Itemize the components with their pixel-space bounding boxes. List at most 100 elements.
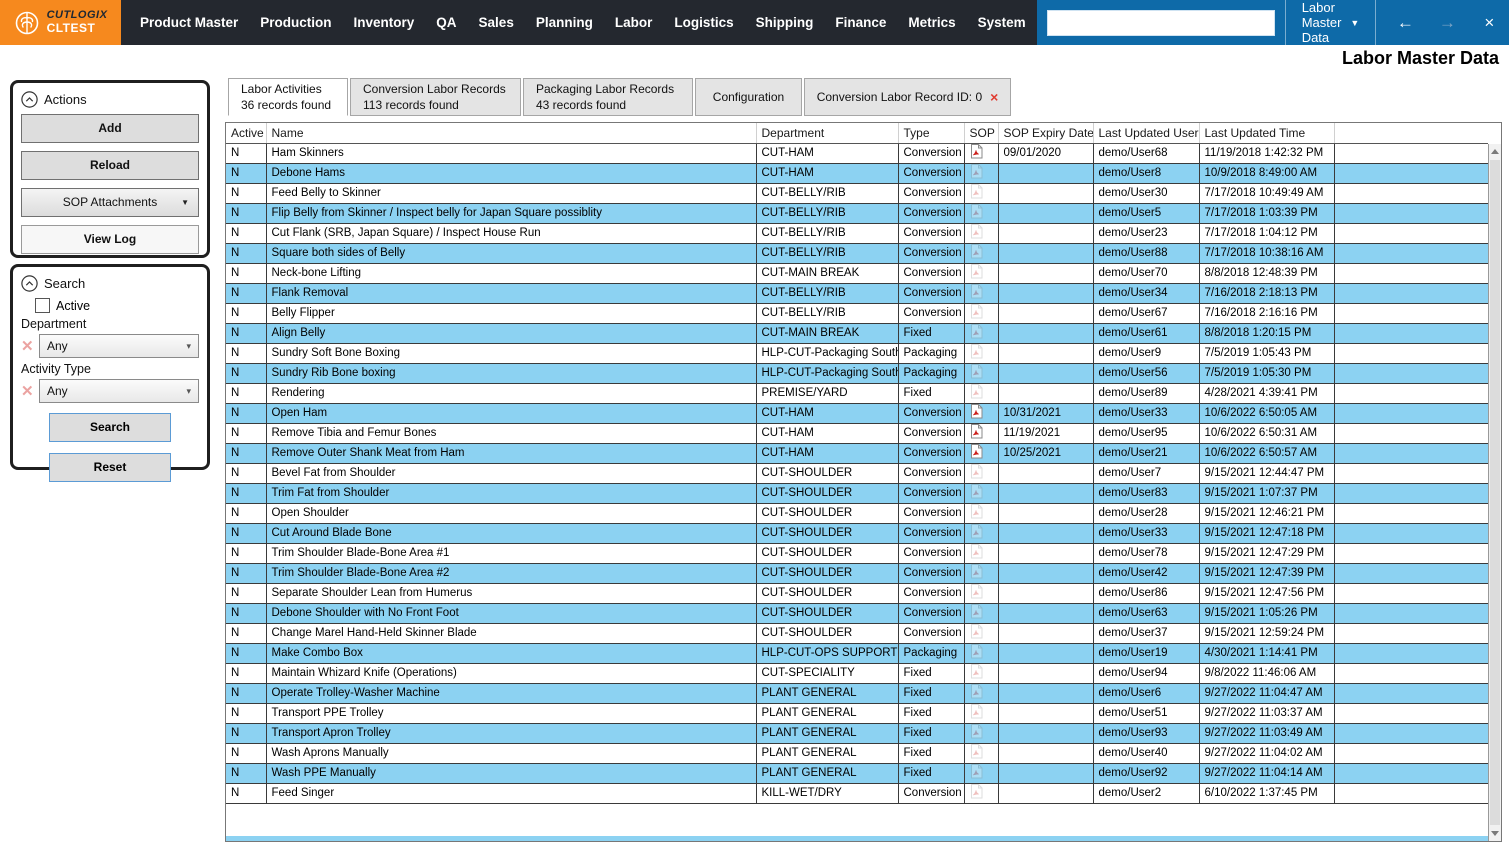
tab-close-icon[interactable]: × (990, 90, 998, 104)
table-row[interactable]: NOpen ShoulderCUT-SHOULDERConversiondemo… (226, 503, 1488, 523)
table-row[interactable]: NWash Aprons ManuallyPLANT GENERALFixedd… (226, 743, 1488, 763)
tab-configuration[interactable]: Configuration (695, 78, 802, 116)
column-header-last-updated-time[interactable]: Last Updated Time (1199, 123, 1334, 143)
table-row[interactable]: NCut Flank (SRB, Japan Square) / Inspect… (226, 223, 1488, 243)
pdf-attachment-icon[interactable] (970, 404, 983, 422)
cell-type: Conversion (898, 583, 964, 603)
view-log-button[interactable]: View Log (21, 225, 199, 254)
cell-sop (964, 663, 998, 683)
table-row[interactable]: NFeed SingerKILL-WET/DRYConversiondemo/U… (226, 783, 1488, 803)
column-header-last-updated-user[interactable]: Last Updated User (1093, 123, 1199, 143)
column-header-active[interactable]: Active (226, 123, 266, 143)
nav-item-metrics[interactable]: Metrics (897, 15, 966, 30)
table-row[interactable]: NOpen HamCUT-HAMConversion10/31/2021demo… (226, 403, 1488, 423)
table-row[interactable]: NTransport Apron TrolleyPLANT GENERALFix… (226, 723, 1488, 743)
table-row[interactable]: NBevel Fat from ShoulderCUT-SHOULDERConv… (226, 463, 1488, 483)
pdf-attachment-icon[interactable] (970, 144, 983, 162)
column-header-department[interactable]: Department (756, 123, 898, 143)
collapse-chevron-icon[interactable] (21, 275, 38, 292)
tab-conversion-labor-records[interactable]: Conversion Labor Records113 records foun… (350, 78, 521, 116)
module-selector-label: Labor Master Data (1302, 0, 1342, 45)
search-button[interactable]: Search (49, 413, 171, 442)
reload-button[interactable]: Reload (21, 151, 199, 180)
table-row[interactable]: NChange Marel Hand-Held Skinner BladeCUT… (226, 623, 1488, 643)
column-header-name[interactable]: Name (266, 123, 756, 143)
cell-department: CUT-SHOULDER (756, 463, 898, 483)
table-row[interactable]: NFlank RemovalCUT-BELLY/RIBConversiondem… (226, 283, 1488, 303)
tab-conversion-labor-record-id-0[interactable]: Conversion Labor Record ID: 0× (804, 78, 1011, 116)
column-header-sop-expiry-date[interactable]: SOP Expiry Date (998, 123, 1093, 143)
cell-sop (964, 743, 998, 763)
cell-name: Transport Apron Trolley (266, 723, 756, 743)
module-selector[interactable]: Labor Master Data ▼ (1286, 0, 1376, 45)
nav-item-system[interactable]: System (967, 15, 1037, 30)
add-button[interactable]: Add (21, 114, 199, 143)
table-row[interactable]: NRenderingPREMISE/YARDFixeddemo/User894/… (226, 383, 1488, 403)
nav-item-logistics[interactable]: Logistics (663, 15, 744, 30)
forward-icon[interactable]: → (1426, 13, 1468, 33)
nav-item-product-master[interactable]: Product Master (129, 15, 249, 30)
app-logo[interactable]: CUTLOGIX CLTEST (0, 0, 121, 45)
close-icon[interactable]: × (1468, 13, 1509, 33)
clear-activity-type-icon[interactable]: ✕ (21, 382, 35, 400)
cell-active: N (226, 683, 266, 703)
global-search-input[interactable] (1047, 10, 1275, 36)
table-row[interactable]: NTrim Fat from ShoulderCUT-SHOULDERConve… (226, 483, 1488, 503)
pdf-attachment-icon[interactable] (970, 424, 983, 442)
vertical-scrollbar[interactable] (1488, 144, 1501, 841)
table-row[interactable]: NOperate Trolley-Washer MachinePLANT GEN… (226, 683, 1488, 703)
nav-item-inventory[interactable]: Inventory (343, 15, 426, 30)
nav-item-qa[interactable]: QA (425, 15, 467, 30)
pdf-attachment-icon (970, 164, 983, 182)
tab-title: Conversion Labor Record ID: 0× (817, 89, 999, 105)
nav-item-finance[interactable]: Finance (824, 15, 897, 30)
table-row[interactable]: NWash PPE ManuallyPLANT GENERALFixeddemo… (226, 763, 1488, 783)
table-row[interactable]: NCut Around Blade BoneCUT-SHOULDERConver… (226, 523, 1488, 543)
sop-attachments-dropdown[interactable]: SOP Attachments ▼ (21, 188, 199, 217)
column-header-sop[interactable]: SOP (964, 123, 998, 143)
back-icon[interactable]: ← (1384, 13, 1426, 33)
table-row[interactable]: NBelly FlipperCUT-BELLY/RIBConversiondem… (226, 303, 1488, 323)
scroll-up-icon[interactable] (1489, 144, 1501, 159)
table-row[interactable]: NTrim Shoulder Blade-Bone Area #2CUT-SHO… (226, 563, 1488, 583)
scrollbar-thumb[interactable] (1490, 160, 1500, 825)
nav-item-labor[interactable]: Labor (604, 15, 664, 30)
table-row[interactable]: NDebone Shoulder with No Front FootCUT-S… (226, 603, 1488, 623)
cell-name: Debone Hams (266, 163, 756, 183)
tab-packaging-labor-records[interactable]: Packaging Labor Records43 records found (523, 78, 693, 116)
table-row[interactable]: NRemove Tibia and Femur BonesCUT-HAMConv… (226, 423, 1488, 443)
table-row[interactable]: NMake Combo BoxHLP-CUT-OPS SUPPORTPackag… (226, 643, 1488, 663)
clear-department-icon[interactable]: ✕ (21, 337, 35, 355)
table-row[interactable]: NSquare both sides of BellyCUT-BELLY/RIB… (226, 243, 1488, 263)
nav-item-planning[interactable]: Planning (525, 15, 604, 30)
cell-sop-expiry-date (998, 763, 1093, 783)
table-row[interactable]: NDebone HamsCUT-HAMConversiondemo/User81… (226, 163, 1488, 183)
table-row[interactable]: NHam SkinnersCUT-HAMConversion09/01/2020… (226, 143, 1488, 163)
tab-labor-activities[interactable]: Labor Activities36 records found (228, 78, 348, 116)
table-row[interactable]: NMaintain Whizard Knife (Operations)CUT-… (226, 663, 1488, 683)
table-row[interactable]: NRemove Outer Shank Meat from HamCUT-HAM… (226, 443, 1488, 463)
table-row[interactable]: NTrim Shoulder Blade-Bone Area #1CUT-SHO… (226, 543, 1488, 563)
scroll-down-icon[interactable] (1489, 826, 1501, 841)
cell-sop-expiry-date (998, 663, 1093, 683)
nav-item-production[interactable]: Production (249, 15, 342, 30)
column-header-type[interactable]: Type (898, 123, 964, 143)
active-checkbox-label: Active (56, 299, 90, 313)
table-row[interactable]: NSundry Rib Bone boxingHLP-CUT-Packaging… (226, 363, 1488, 383)
table-row[interactable]: NSeparate Shoulder Lean from HumerusCUT-… (226, 583, 1488, 603)
department-select[interactable]: Any ▾ (39, 334, 199, 358)
nav-item-sales[interactable]: Sales (468, 15, 525, 30)
activity-type-select[interactable]: Any ▾ (39, 379, 199, 403)
table-row[interactable]: NAlign BellyCUT-MAIN BREAKFixeddemo/User… (226, 323, 1488, 343)
table-row[interactable]: NSundry Soft Bone BoxingHLP-CUT-Packagin… (226, 343, 1488, 363)
active-checkbox[interactable] (35, 298, 50, 313)
nav-item-shipping[interactable]: Shipping (745, 15, 825, 30)
table-row[interactable]: NTransport PPE TrolleyPLANT GENERALFixed… (226, 703, 1488, 723)
topbar: CUTLOGIX CLTEST Product MasterProduction… (0, 0, 1509, 45)
pdf-attachment-icon[interactable] (970, 444, 983, 462)
collapse-chevron-icon[interactable] (21, 91, 38, 108)
table-row[interactable]: NNeck-bone LiftingCUT-MAIN BREAKConversi… (226, 263, 1488, 283)
table-row[interactable]: NFlip Belly from Skinner / Inspect belly… (226, 203, 1488, 223)
table-row[interactable]: NFeed Belly to SkinnerCUT-BELLY/RIBConve… (226, 183, 1488, 203)
reset-button[interactable]: Reset (49, 453, 171, 482)
